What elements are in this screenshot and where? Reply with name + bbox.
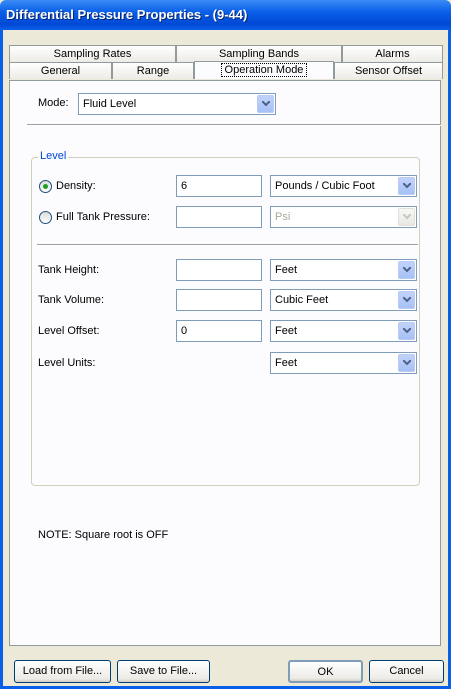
save-to-file-button[interactable]: Save to File... xyxy=(117,660,210,683)
tab-sampling-bands[interactable]: Sampling Bands xyxy=(176,45,342,62)
tab-range[interactable]: Range xyxy=(112,62,194,79)
full-tank-pressure-field[interactable] xyxy=(176,206,262,228)
tab-operation-mode-label: Operation Mode xyxy=(220,63,308,77)
chevron-down-icon[interactable] xyxy=(398,322,415,340)
mode-label: Mode: xyxy=(38,97,69,109)
full-tank-pressure-unit-select[interactable]: Psi xyxy=(270,206,417,228)
title-bar[interactable]: Differential Pressure Properties - (9-44… xyxy=(0,0,451,30)
tab-sensor-offset[interactable]: Sensor Offset xyxy=(334,62,443,79)
full-tank-pressure-label: Full Tank Pressure: xyxy=(56,211,150,223)
tank-height-unit-select[interactable]: Feet xyxy=(270,259,417,281)
divider xyxy=(27,124,441,126)
level-offset-unit-select[interactable]: Feet xyxy=(270,320,417,342)
level-offset-unit-value: Feet xyxy=(275,325,298,337)
density-unit-value: Pounds / Cubic Foot xyxy=(275,180,375,192)
level-units-value: Feet xyxy=(275,357,298,369)
chevron-down-icon[interactable] xyxy=(398,208,415,226)
mode-select[interactable]: Fluid Level xyxy=(78,93,276,115)
chevron-down-icon[interactable] xyxy=(398,177,415,195)
mode-value: Fluid Level xyxy=(83,98,137,110)
chevron-down-icon[interactable] xyxy=(398,354,415,372)
tab-general[interactable]: General xyxy=(9,62,112,79)
level-offset-label: Level Offset: xyxy=(38,325,100,337)
tab-sampling-rates[interactable]: Sampling Rates xyxy=(9,45,176,62)
density-label: Density: xyxy=(56,180,96,192)
cancel-button[interactable]: Cancel xyxy=(369,660,444,683)
divider xyxy=(37,244,418,246)
tank-volume-unit-value: Cubic Feet xyxy=(275,294,329,306)
chevron-down-icon[interactable] xyxy=(257,95,274,113)
square-root-note: NOTE: Square root is OFF xyxy=(38,529,169,541)
window-title: Differential Pressure Properties - (9-44… xyxy=(6,7,248,22)
density-field[interactable] xyxy=(176,175,262,197)
level-units-select[interactable]: Feet xyxy=(270,352,417,374)
load-from-file-button[interactable]: Load from File... xyxy=(14,660,111,683)
full-tank-pressure-radio[interactable] xyxy=(39,211,52,224)
tank-height-label: Tank Height: xyxy=(38,264,100,276)
density-unit-select[interactable]: Pounds / Cubic Foot xyxy=(270,175,417,197)
tank-volume-label: Tank Volume: xyxy=(38,294,105,306)
full-tank-pressure-unit-value: Psi xyxy=(275,211,291,223)
density-radio[interactable] xyxy=(39,180,52,193)
level-offset-field[interactable] xyxy=(176,320,262,342)
level-units-label: Level Units: xyxy=(38,357,96,369)
tank-volume-field[interactable] xyxy=(176,289,262,311)
tab-operation-mode[interactable]: Operation Mode xyxy=(194,61,334,79)
ok-button[interactable]: OK xyxy=(288,660,363,683)
level-group-label: Level xyxy=(38,150,69,162)
tank-height-field[interactable] xyxy=(176,259,262,281)
chevron-down-icon[interactable] xyxy=(398,261,415,279)
tab-alarms[interactable]: Alarms xyxy=(342,45,443,62)
chevron-down-icon[interactable] xyxy=(398,291,415,309)
tank-height-unit-value: Feet xyxy=(275,264,298,276)
tank-volume-unit-select[interactable]: Cubic Feet xyxy=(270,289,417,311)
